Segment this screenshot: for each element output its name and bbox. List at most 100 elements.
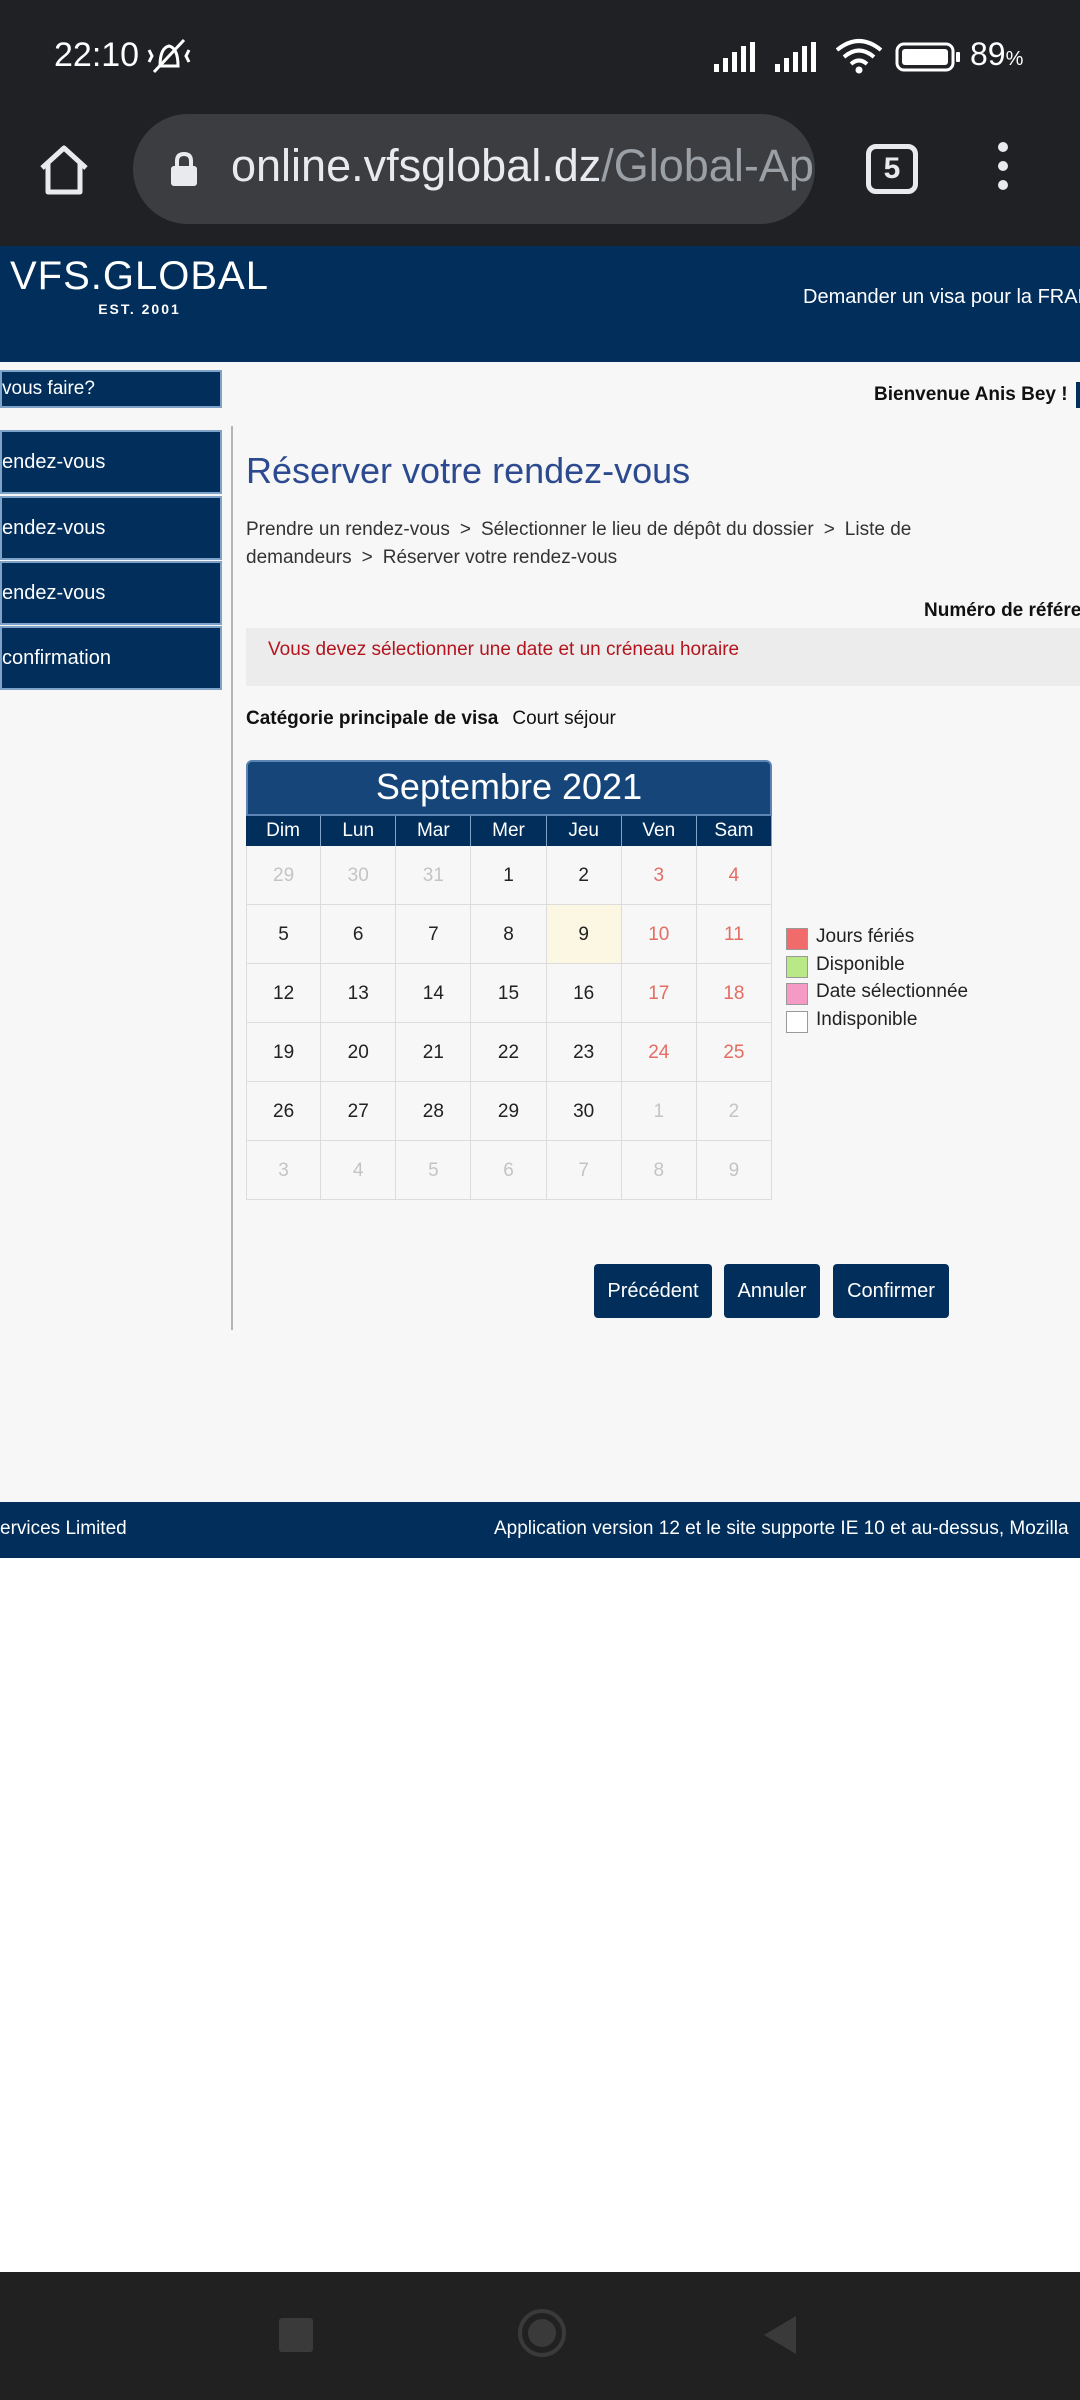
- breadcrumb-step-1: Prendre un rendez-vous: [246, 519, 450, 540]
- calendar-day[interactable]: 1: [471, 846, 547, 905]
- legend-item: Disponible: [786, 954, 968, 982]
- vfs-logo[interactable]: VFS.GLOBAL EST. 2001: [10, 254, 269, 317]
- calendar-day[interactable]: 22: [471, 1023, 547, 1082]
- calendar-day: 7: [546, 1141, 622, 1200]
- battery-percent: 89%: [970, 36, 1024, 72]
- calendar-day[interactable]: 15: [471, 964, 547, 1023]
- page-body: vous faire? endez-vous endez-vous endez-…: [0, 362, 1080, 1502]
- calendar-legend: Jours fériés Disponible Date sélectionnée I…: [786, 926, 968, 1036]
- calendar-day[interactable]: 26: [246, 1082, 322, 1141]
- weekday-header: Jeu: [546, 816, 622, 846]
- sidebar-item-confirmation[interactable]: confirmation: [0, 626, 222, 690]
- site-header: VFS.GLOBAL EST. 2001 Demander un visa po…: [0, 246, 1080, 362]
- calendar-day[interactable]: 3: [621, 846, 697, 905]
- calendar-day[interactable]: 8: [471, 905, 547, 964]
- previous-button[interactable]: Précédent: [594, 1264, 712, 1318]
- calendar-day[interactable]: 24: [621, 1023, 697, 1082]
- footer-app-version: Application version 12 et le site suppor…: [494, 1518, 1069, 1539]
- calendar-weekday-header: Dim Lun Mar Mer Jeu Ven Sam: [246, 816, 772, 846]
- weekday-header: Mer: [471, 816, 547, 846]
- calendar-day[interactable]: 9: [546, 905, 622, 964]
- calendar-day: 30: [321, 846, 397, 905]
- recent-apps-icon[interactable]: [279, 2318, 313, 2352]
- legend-label: Disponible: [816, 953, 905, 975]
- system-navigation-bar: [0, 2272, 1080, 2400]
- calendar-day[interactable]: 10: [621, 905, 697, 964]
- calendar-day[interactable]: 17: [621, 964, 697, 1023]
- vibrate-mute-icon: [147, 38, 191, 74]
- calendar-day: 3: [246, 1141, 322, 1200]
- calendar-day: 31: [396, 846, 472, 905]
- error-message: Vous devez sélectionner une date et un c…: [268, 639, 740, 660]
- weekday-header: Sam: [696, 816, 772, 846]
- calendar-day: 29: [246, 846, 322, 905]
- calendar-day[interactable]: 18: [696, 964, 772, 1023]
- logout-button[interactable]: [1076, 382, 1080, 408]
- status-time: 22:10: [54, 36, 140, 74]
- legend-swatch: [786, 928, 808, 950]
- calendar-day[interactable]: 21: [396, 1023, 472, 1082]
- visa-category-value: Court séjour: [512, 708, 616, 729]
- calendar-day[interactable]: 23: [546, 1023, 622, 1082]
- breadcrumb-step-2: Sélectionner le lieu de dépôt du dossier: [480, 519, 814, 540]
- content-divider: [231, 426, 233, 1330]
- breadcrumb-step-4: Réserver votre rendez-vous: [382, 547, 618, 568]
- visa-category: Catégorie principale de visa Court séjour: [246, 708, 616, 730]
- calendar-day[interactable]: 14: [396, 964, 472, 1023]
- sidebar-item-manage-appointment[interactable]: endez-vous: [0, 496, 222, 560]
- legend-label: Date sélectionnée: [816, 981, 969, 1002]
- page-title: Réserver votre rendez-vous: [246, 450, 691, 491]
- wifi-icon: [835, 39, 883, 74]
- calendar-day[interactable]: 19: [246, 1023, 322, 1082]
- calendar-day[interactable]: 11: [696, 905, 772, 964]
- legend-swatch: [786, 955, 808, 978]
- calendar-day[interactable]: 2: [546, 846, 622, 905]
- sidebar-item-cancel-appointment[interactable]: endez-vous: [0, 561, 222, 625]
- footer-copyright: ervices Limited: [0, 1518, 127, 1539]
- home-icon[interactable]: [36, 142, 92, 198]
- calendar-day[interactable]: 12: [246, 964, 322, 1023]
- calendar-day[interactable]: 16: [546, 964, 622, 1023]
- calendar-day[interactable]: 29: [471, 1082, 547, 1141]
- status-bar: 22:10 89%: [0, 0, 1080, 112]
- visa-country-link[interactable]: Demander un visa pour la FRAN: [803, 286, 1080, 309]
- calendar-day[interactable]: 6: [321, 905, 397, 964]
- reference-number-label: Numéro de référen: [924, 600, 1080, 621]
- calendar-day[interactable]: 28: [396, 1082, 472, 1141]
- calendar-day: 1: [621, 1082, 697, 1141]
- calendar-day: 6: [471, 1141, 547, 1200]
- calendar-day[interactable]: 25: [696, 1023, 772, 1082]
- calendar-day[interactable]: 27: [321, 1082, 397, 1141]
- signal-icon: [714, 42, 755, 72]
- address-bar[interactable]: online.vfsglobal.dz/Global-Ap: [133, 114, 815, 224]
- legend-label: Jours fériés: [816, 926, 915, 947]
- cancel-button[interactable]: Annuler: [724, 1264, 820, 1318]
- weekday-header: Mar: [396, 816, 472, 846]
- calendar-day[interactable]: 13: [321, 964, 397, 1023]
- back-icon[interactable]: [762, 2314, 798, 2356]
- calendar-day: 2: [696, 1082, 772, 1141]
- confirm-button[interactable]: Confirmer: [833, 1264, 949, 1318]
- calendar-day[interactable]: 30: [546, 1082, 622, 1141]
- calendar-day[interactable]: 7: [396, 905, 472, 964]
- calendar-month-title: Septembre 2021: [246, 760, 772, 816]
- calendar-day[interactable]: 20: [321, 1023, 397, 1082]
- home-circle-icon[interactable]: [517, 2308, 567, 2358]
- sidebar-title: vous faire?: [0, 370, 222, 408]
- url-text: online.vfsglobal.dz/Global-Ap: [231, 140, 814, 191]
- calendar-day[interactable]: 5: [246, 905, 322, 964]
- visa-category-label: Catégorie principale de visa: [246, 708, 499, 729]
- lock-icon: [171, 151, 197, 186]
- battery-icon: [895, 42, 960, 72]
- tab-switcher-button[interactable]: 5: [866, 144, 918, 194]
- weekday-header: Ven: [621, 816, 697, 846]
- signal-icon-2: [775, 42, 816, 72]
- browser-menu-icon[interactable]: [990, 142, 1016, 198]
- calendar-days: 29 30 31 1 2 3 4 5 6 7 8 9 10 11 12 13 14 15 16 17 18 19 20 21 2…: [246, 846, 772, 1200]
- sidebar-item-book-appointment[interactable]: endez-vous: [0, 430, 222, 494]
- breadcrumb: Prendre un rendez-vous > Sélectionner le l…: [246, 519, 912, 568]
- calendar-day: 9: [696, 1141, 772, 1200]
- legend-label: Indisponible: [816, 1008, 918, 1030]
- calendar-day[interactable]: 4: [696, 846, 772, 905]
- site-footer: ervices Limited Application version 12 e…: [0, 1502, 1080, 1558]
